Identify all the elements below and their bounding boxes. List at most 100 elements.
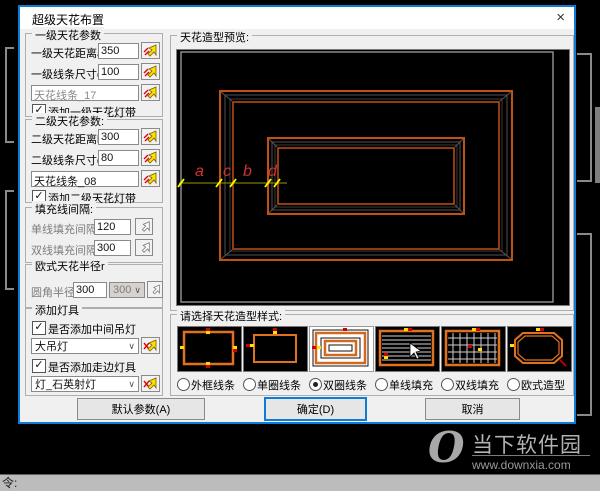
level1-line-style-box[interactable]: 天花线条_17 [31,85,139,101]
radio-single-fill[interactable] [375,378,388,391]
field-label: 二级线条尺寸d [31,152,103,168]
chevron-down-icon: ∨ [134,286,141,295]
field-label: 单线填充间隔e [31,221,103,237]
radio-label: 外框线条 [191,377,235,393]
pick-cursor-icon [143,65,158,78]
watermark: O 当下软件园 www.downxia.com [428,427,598,473]
pick-cursor-icon [143,172,158,185]
field-label: 一级天花距离a [31,45,103,61]
group-level2-params: 二级天花参数: 二级天花距离b 二级线条尺寸d 天花线条_08 ✓ 添加二级天花… [25,119,163,203]
group-level1-params: 一级天花参数 一级天花距离a 一级线条尺寸c 天花线条_17 ✓ 添加一级天花灯… [25,33,163,117]
pick-cursor-icon [143,44,158,57]
radio-single-loop[interactable] [243,378,256,391]
group-title: 欧式天花半径r [32,258,108,274]
thumb-drawing [442,327,503,369]
style-thumb-frame-line[interactable] [177,326,242,372]
group-title: 请选择天花造型样式: [177,308,285,324]
level1-size-input[interactable] [98,64,139,80]
radio-european[interactable] [507,378,520,391]
level1-distance-input[interactable] [98,43,139,59]
group-title: 添加灯具 [32,302,82,318]
group-title: 天花造型预览: [177,29,252,45]
field-label: 一级线条尺寸c [31,66,103,82]
pick-cursor-icon [143,377,158,390]
default-params-button[interactable]: 默认参数(A) [77,398,205,420]
background-panel-bracket [5,190,14,290]
style-thumb-european[interactable] [507,326,572,372]
single-fill-gap-input[interactable] [94,219,131,235]
radio-double-loop[interactable] [309,378,322,391]
style-thumb-single-fill[interactable] [375,326,440,372]
level2-size-input[interactable] [98,150,139,166]
corner-radius-input[interactable] [73,282,107,298]
dropdown-value: 300 [113,284,131,296]
pick-button[interactable] [141,63,160,80]
close-icon[interactable]: × [556,9,565,27]
pick-button[interactable] [141,149,160,166]
corner-radius-dropdown: 300 ∨ [109,282,145,298]
group-add-lights: 添加灯具 ✓ 是否添加中间吊灯 大吊灯 ∨ ✓ 是否添加走边灯具 灯_石英射灯 … [25,308,163,396]
preview-canvas: a c b d [176,49,570,306]
pick-button-disabled [147,281,163,298]
style-thumb-double-fill[interactable] [441,326,506,372]
background-panel-bracket [5,47,14,143]
pick-button[interactable] [141,375,160,392]
pick-button[interactable] [141,42,160,59]
center-lamp-combo[interactable]: 大吊灯 ∨ [31,338,139,354]
title-bar[interactable]: 超级天花布置 × [20,7,574,29]
ok-button[interactable]: 确定(D) [264,397,367,421]
checkbox-label: 是否添加走边灯具 [48,359,136,375]
super-ceiling-dialog: 超级天花布置 × 一级天花参数 一级天花距离a 一级线条尺寸c 天花线条_17 [18,5,576,424]
pick-button-disabled [135,218,153,235]
pick-button[interactable] [141,337,160,354]
thumb-drawing [376,327,437,369]
group-style-selector: 请选择天花造型样式: [170,314,574,396]
field-label: 二级天花距离b [31,131,103,147]
group-title: 二级天花参数: [32,113,107,129]
thumb-drawing [178,327,239,369]
mouse-cursor-icon [410,343,421,359]
dim-label-d: d [268,163,278,180]
checkbox-label: 是否添加中间吊灯 [48,321,136,337]
dim-label-a: a [195,163,204,180]
pick-button[interactable] [141,170,160,187]
pick-cursor-icon [149,283,161,296]
edge-light-checkbox[interactable]: ✓ [32,359,46,373]
downxia-logo-icon: O [428,423,465,472]
combo-value: 大吊灯 [35,338,68,354]
command-prompt: 令: [2,476,17,490]
radio-label: 双线填充 [455,377,499,393]
group-title: 填充线间隔: [32,201,96,217]
thumb-drawing [508,327,569,369]
group-title: 一级天花参数 [32,27,104,43]
watermark-url: www.downxia.com [472,458,571,472]
radio-double-fill[interactable] [441,378,454,391]
chevron-down-icon: ∨ [128,380,135,389]
thumb-drawing [310,327,371,369]
cancel-button[interactable]: 取消 [425,398,520,420]
pick-button[interactable] [141,84,160,101]
background-panel-bracket [577,53,592,182]
style-thumb-double-loop-selected[interactable] [309,326,374,372]
field-label: 圆角半径r [31,284,79,300]
ceiling-preview-drawing: a c b d [177,50,569,305]
pick-cursor-icon [138,241,151,254]
level2-line-style-box[interactable]: 天花线条_08 [31,171,139,187]
dim-label-c: c [223,163,231,180]
command-bar[interactable]: 令: [0,474,600,491]
radio-label: 双圈线条 [323,377,367,393]
dim-label-b: b [243,163,252,180]
center-lamp-checkbox[interactable]: ✓ [32,321,46,335]
radio-frame-line[interactable] [177,378,190,391]
background-panel-fragment [595,107,600,183]
background-panel-bracket [577,233,592,416]
group-fill-spacing: 填充线间隔: 单线填充间隔e 双线填充间隔f [25,207,163,263]
style-thumb-single-loop[interactable] [243,326,308,372]
level2-distance-input[interactable] [98,129,139,145]
double-fill-gap-input[interactable] [94,240,131,256]
pick-cursor-icon [143,339,158,352]
edge-light-combo[interactable]: 灯_石英射灯 ∨ [31,376,139,392]
pick-cursor-icon [138,220,151,233]
pick-button[interactable] [141,128,160,145]
chevron-down-icon: ∨ [128,342,135,351]
